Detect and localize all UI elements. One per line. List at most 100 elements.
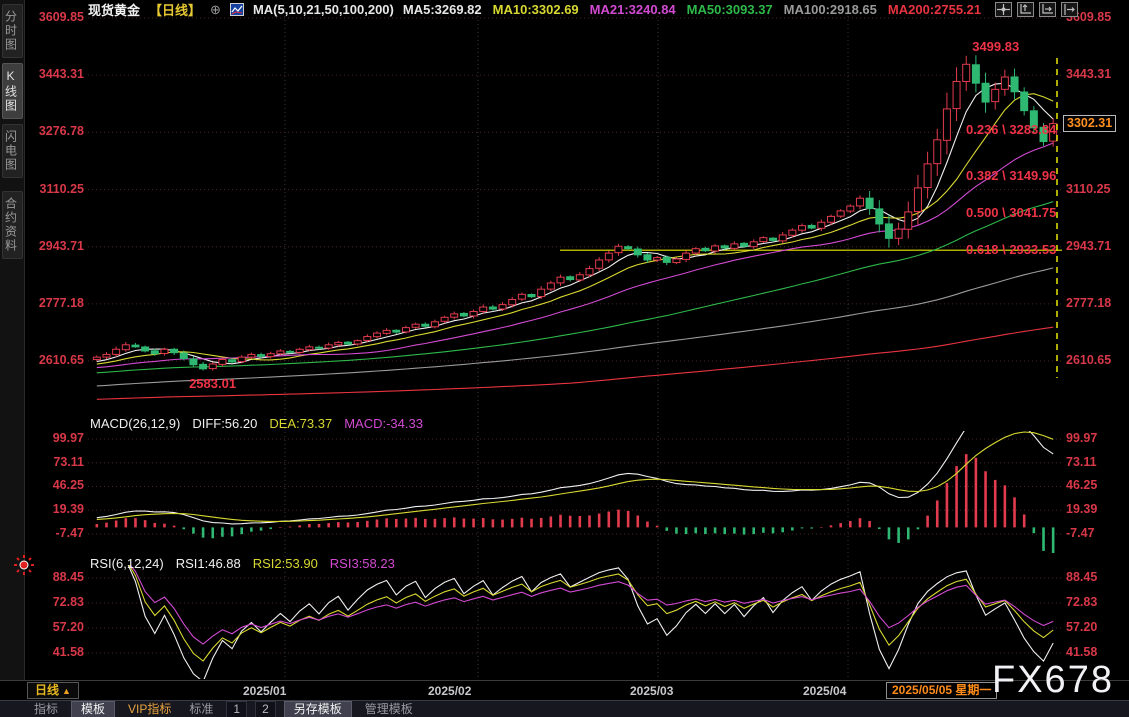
month-label-3: 2025/04 [803, 684, 846, 698]
tab-2[interactable]: VIP指标 [119, 702, 180, 717]
sidebar-item-2[interactable]: 闪电图 [2, 124, 23, 178]
macd-bar [859, 518, 862, 527]
macd-axis-label-left: 46.25 [26, 478, 84, 492]
rsi-line-2 [97, 560, 1053, 662]
mini-chart-icon[interactable] [230, 3, 244, 16]
move-tool-icon[interactable] [995, 2, 1012, 17]
low-price-annotation: 2583.01 [189, 376, 236, 391]
macd-bar [550, 516, 553, 527]
candle-body [200, 364, 207, 368]
macd-bar [559, 515, 562, 528]
price-axis-label-left: 3110.25 [26, 182, 84, 196]
macd-layer [96, 416, 1055, 556]
macd-diff-line [97, 416, 1053, 524]
rsi2-value: RSI2:53.90 [253, 556, 318, 571]
rsi-axis-label-left: 72.83 [26, 595, 84, 609]
macd-bar [955, 466, 958, 527]
ma-value-2: MA21:3240.84 [590, 2, 676, 17]
candle-body [373, 333, 380, 337]
alert-burst-icon[interactable] [14, 555, 34, 580]
candle-body [258, 355, 265, 357]
fit-horizontal-axis-icon[interactable] [1039, 2, 1056, 17]
price-axis-label-right: 2943.71 [1066, 239, 1111, 253]
macd-bar [521, 518, 524, 528]
sidebar-item-0[interactable]: 分时图 [2, 4, 23, 58]
price-axis-label-right: 2610.65 [1066, 353, 1111, 367]
macd-bar [1052, 527, 1055, 556]
template-tabbar: 指标模板 VIP指标标准 12 另存模板管理模板 [0, 700, 1129, 717]
macd-axis-label-right: -7.47 [1066, 526, 1095, 540]
candle-body [789, 230, 796, 235]
macd-axis-label-left: 73.11 [26, 455, 84, 469]
candle-body [644, 255, 651, 260]
candle-body [596, 260, 603, 268]
tab-4[interactable]: 1 [226, 701, 247, 717]
shift-right-icon[interactable] [1061, 2, 1078, 17]
rsi-params-label: RSI(6,12,24) [90, 556, 164, 571]
macd-bar [888, 527, 891, 539]
sidebar-item-1[interactable]: K线图 [2, 63, 23, 119]
macd-bar [743, 527, 746, 534]
candle-body [287, 351, 294, 352]
rsi-axis-label-right: 88.45 [1066, 570, 1097, 584]
macd-axis-label-right: 73.11 [1066, 455, 1097, 469]
macd-bar [1033, 527, 1036, 533]
ma-value-4: MA100:2918.65 [784, 2, 877, 17]
tab-7[interactable]: 管理模板 [356, 702, 422, 717]
candle-body [721, 246, 728, 248]
ma-value-1: MA10:3302.69 [493, 2, 579, 17]
candle-body [306, 347, 313, 350]
watermark: FX678 [992, 659, 1114, 702]
candle-body [712, 246, 719, 251]
tab-3[interactable]: 标准 [180, 702, 222, 717]
macd-bar [579, 516, 582, 527]
trading-app-window: 分时图K线图闪电图合约资料 现货黄金 【日线】 ⊕ MA(5,10,21,50,… [0, 0, 1129, 717]
macd-bar [820, 527, 823, 528]
macd-bar [163, 524, 166, 528]
macd-bar [984, 471, 987, 527]
candle-body [480, 307, 487, 311]
macd-bar [153, 523, 156, 527]
chart-toolbar [995, 2, 1078, 17]
macd-bar [231, 527, 234, 536]
macd-dea-value: DEA:73.37 [269, 416, 332, 431]
macd-bar [472, 519, 475, 528]
candle-body [142, 347, 149, 351]
macd-bar [530, 519, 533, 528]
period-selector-button[interactable]: 日线▲ [27, 682, 79, 699]
candle-body [895, 229, 902, 238]
candle-body [827, 216, 834, 222]
candle-body [151, 351, 158, 354]
macd-axis-label-right: 46.25 [1066, 478, 1097, 492]
chart-canvas[interactable] [0, 0, 1129, 717]
fit-vertical-axis-icon[interactable] [1017, 2, 1034, 17]
tab-1[interactable]: 模板 [71, 701, 115, 717]
candle-body [673, 259, 680, 263]
candle-body [799, 226, 806, 230]
candle-body [518, 294, 525, 299]
candle-body [770, 238, 777, 240]
sidebar-item-3[interactable]: 合约资料 [2, 191, 23, 259]
candle-body [538, 289, 545, 296]
macd-bar [356, 522, 359, 527]
macd-bar [511, 519, 514, 528]
fib-label-2: 0.500 \ 3041.75 [966, 205, 1056, 220]
candle-body [470, 311, 477, 315]
macd-bar [569, 516, 572, 528]
candle-body [885, 224, 892, 238]
ma-line-21 [97, 143, 1053, 368]
tab-6[interactable]: 另存模板 [284, 701, 352, 717]
zoom-circle-icon[interactable]: ⊕ [210, 2, 221, 18]
candle-body [460, 313, 467, 316]
macd-bar [347, 522, 350, 527]
rsi-axis-label-left: 88.45 [26, 570, 84, 584]
macd-axis-label-left: 99.97 [26, 431, 84, 445]
candle-body [431, 322, 438, 327]
candle-body [576, 275, 583, 280]
macd-bar [994, 480, 997, 527]
macd-bar [289, 527, 292, 528]
macd-bar [414, 518, 417, 528]
tab-0[interactable]: 指标 [25, 702, 67, 717]
tab-5[interactable]: 2 [255, 701, 276, 717]
candle-body [943, 109, 950, 140]
